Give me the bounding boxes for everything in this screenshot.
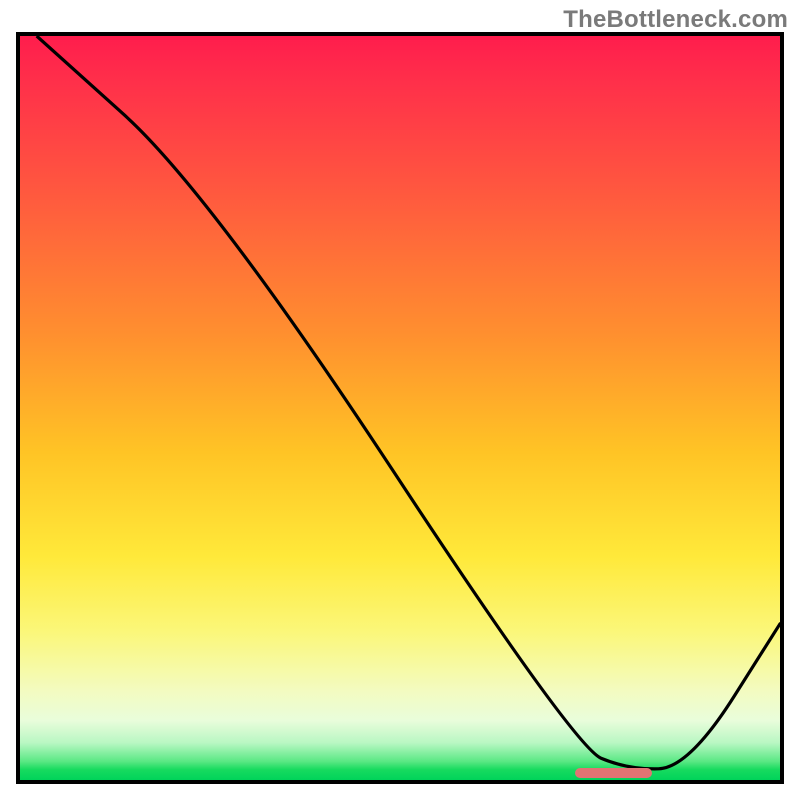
bottleneck-curve xyxy=(20,36,780,780)
optimal-range-marker xyxy=(575,768,652,778)
plot-area xyxy=(20,36,780,780)
watermark-text: TheBottleneck.com xyxy=(563,6,788,34)
chart-container: TheBottleneck.com xyxy=(0,0,800,800)
plot-frame xyxy=(16,32,784,784)
